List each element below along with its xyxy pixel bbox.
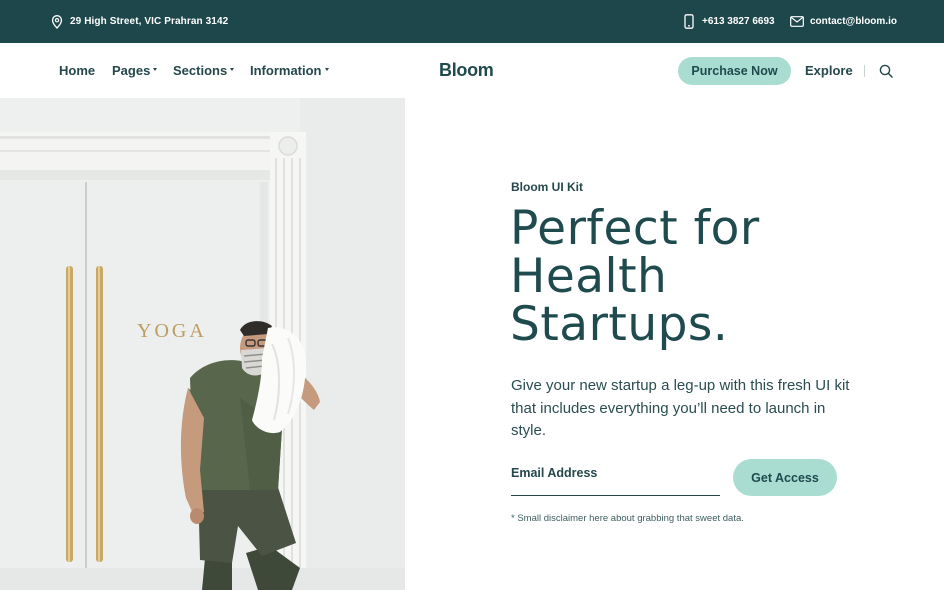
nav-item-sections[interactable]: Sections (173, 43, 235, 98)
mail-icon (790, 16, 804, 27)
phone-info[interactable]: +613 3827 6693 (684, 0, 775, 43)
caret-down-icon (230, 67, 235, 71)
get-access-button[interactable]: Get Access (733, 459, 837, 496)
hero-headline: Perfect for Health Startups. (510, 205, 910, 349)
email-text[interactable]: contact@bloom.io (810, 16, 897, 27)
email-info[interactable]: contact@bloom.io (790, 0, 897, 43)
phone-icon (684, 14, 694, 29)
top-bar: 29 High Street, VIC Prahran 3142 +613 38… (0, 0, 944, 43)
nav-item-label: Home (59, 63, 96, 78)
hero-subtitle: Give your new startup a leg-up with this… (511, 377, 850, 439)
main-nav: Home Pages Sections Information Bloom Pu… (0, 43, 944, 98)
nav-item-label: Information (250, 63, 322, 78)
headline-line: Perfect for (510, 201, 760, 256)
disclaimer-text: * Small disclaimer here about grabbing t… (511, 513, 744, 524)
nav-item-information[interactable]: Information (250, 43, 329, 98)
hero-eyebrow: Bloom UI Kit (511, 180, 583, 194)
map-pin-icon (51, 14, 63, 29)
yoga-sign-text: YOGA (137, 320, 207, 342)
headline-line: Health (510, 249, 668, 304)
hero-illustration (0, 98, 405, 590)
brand-logo[interactable]: Bloom (439, 43, 494, 98)
address-text: 29 High Street, VIC Prahran 3142 (70, 16, 229, 27)
purchase-now-button[interactable]: Purchase Now (678, 57, 791, 85)
email-field[interactable] (511, 456, 720, 496)
nav-item-label: Sections (173, 63, 228, 78)
explore-link[interactable]: Explore (805, 43, 853, 98)
phone-text[interactable]: +613 3827 6693 (702, 16, 775, 27)
nav-item-home[interactable]: Home (59, 43, 95, 98)
address-info: 29 High Street, VIC Prahran 3142 (51, 0, 228, 43)
nav-item-label: Pages (112, 63, 151, 78)
nav-item-pages[interactable]: Pages (112, 43, 158, 98)
caret-down-icon (324, 67, 329, 71)
nav-divider (864, 65, 865, 77)
caret-down-icon (153, 67, 158, 71)
hero-image: YOGA (0, 98, 405, 590)
headline-line: Startups. (510, 297, 729, 352)
search-icon[interactable] (879, 64, 893, 78)
